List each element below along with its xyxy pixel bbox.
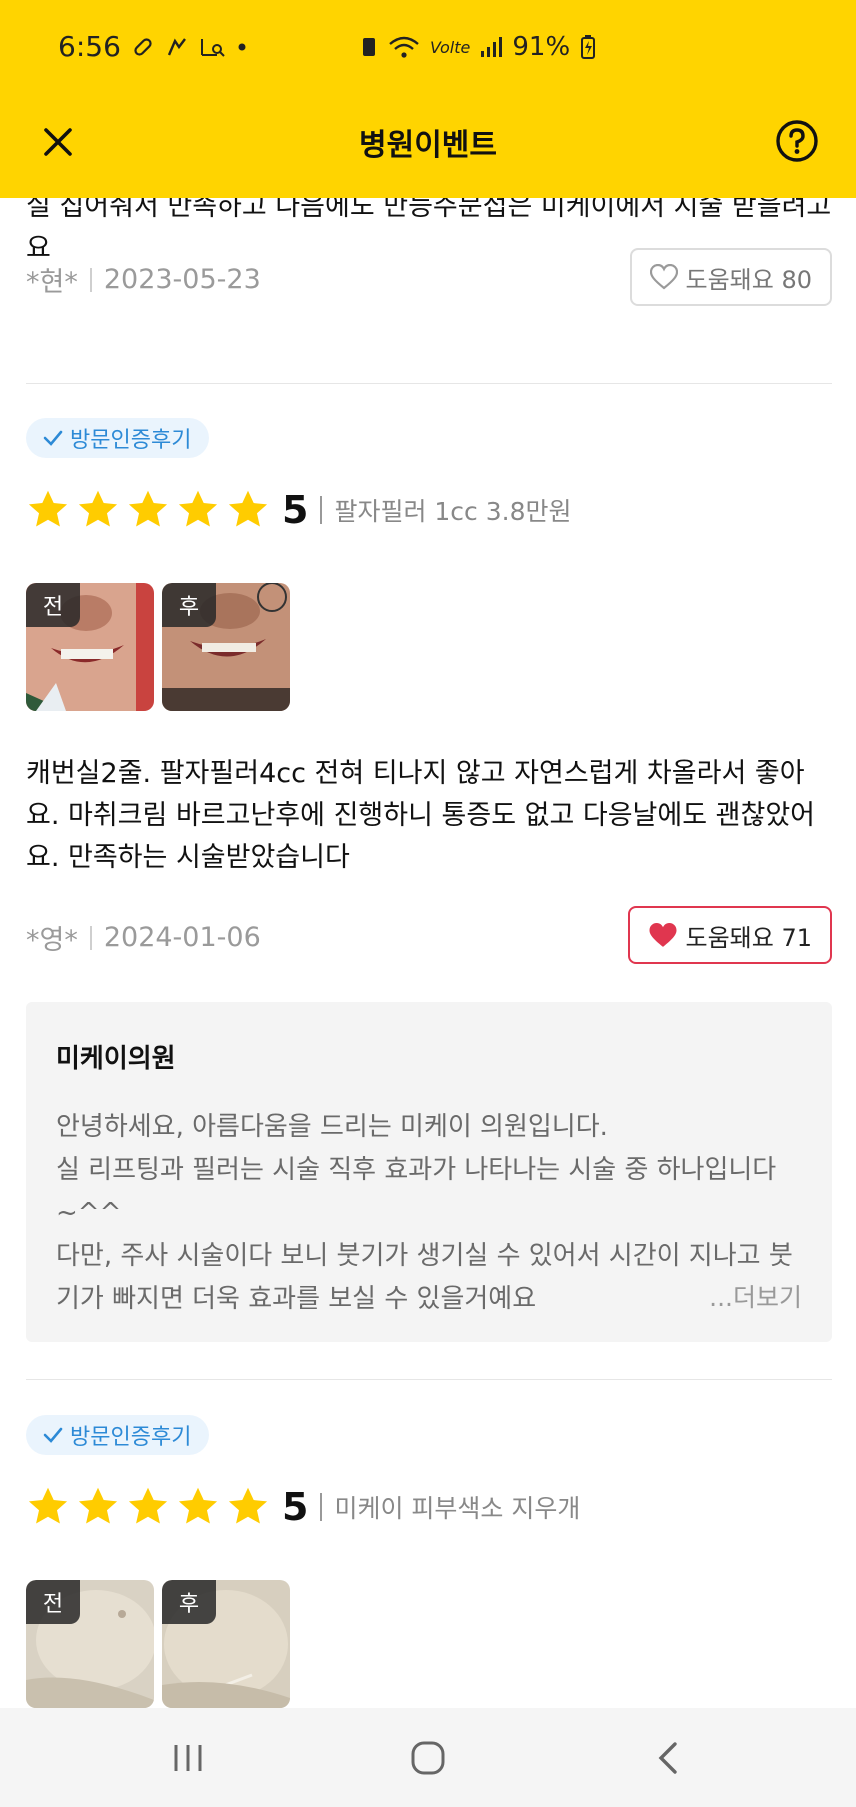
status-time: 6:56 [58,30,121,63]
star-icon [228,1487,268,1524]
help-button[interactable] [774,118,820,164]
after-photo[interactable]: 후 [162,583,290,711]
battery-percent: 91% [512,32,571,62]
meta-divider [89,267,92,292]
meta-divider [89,925,92,950]
app-notification-icon [165,35,189,59]
reply-line: 다만, 주사 시술이다 보니 붓기가 생기실 수 있어서 시간이 지나고 붓기가… [56,1241,793,1314]
page-title: 병원이벤트 [359,128,497,163]
back-icon [658,1742,677,1774]
network-type: Volte [430,37,471,57]
reply-line: 실 리프팅과 필러는 시술 직후 효과가 나타나는 시술 중 하나입니다~^^ [56,1155,777,1228]
system-nav-bar [0,1708,856,1807]
recents-icon [174,1745,202,1771]
pill-icon [131,35,155,59]
battery-charging-icon [580,34,596,60]
star-icon [78,490,118,527]
reply-text: 안녕하세요, 아름다움을 드리는 미케이 의원입니다. 실 리프팅과 필러는 시… [56,1106,796,1321]
badge-label: 방문인증후기 [70,428,192,453]
check-icon [43,430,63,446]
review-divider [26,1379,832,1380]
rating-row: 5 팔자필러 1cc 3.8만원 [26,488,572,532]
star-rating [26,488,270,532]
recents-button[interactable] [158,1736,218,1780]
after-tag: 후 [162,583,216,627]
status-left: 6:56 [58,30,247,63]
review-text: 캐번실2줄. 팔자필러4cc 전혀 티나지 않고 자연스럽게 차올라서 좋아요.… [26,758,816,873]
star-icon [178,1487,218,1524]
rating-divider [320,496,323,524]
home-button[interactable] [398,1736,458,1780]
status-bar: 6:56 Volte 91% [0,0,856,100]
star-icon [28,1487,68,1524]
review-date: 2024-01-06 [103,922,261,953]
review-author: *현* [26,267,78,298]
clinic-reply: 미케이의원 안녕하세요, 아름다움을 드리는 미케이 의원입니다. 실 리프팅과… [26,1002,832,1342]
star-icon [128,1487,168,1524]
wifi-icon [388,34,420,60]
rating-score: 5 [282,1485,309,1529]
help-icon [776,120,818,162]
after-photo[interactable]: 후 [162,1580,290,1708]
back-button[interactable] [638,1736,698,1780]
after-tag: 후 [162,1580,216,1624]
star-icon [78,1487,118,1524]
review-meta: *영* 2024-01-06 [26,918,261,957]
heart-filled-icon [649,922,676,947]
rating-divider [320,1493,323,1521]
signal-icon [480,35,503,59]
helpful-button[interactable]: 도움돼요 71 [627,906,832,964]
before-tag: 전 [26,583,80,627]
clinic-name: 미케이의원 [56,1044,176,1074]
review-list[interactable]: 실 집어줘서 만족하고 다음에도 만능주문접은 미케이에서 시술 받을려고요 *… [0,198,856,1708]
badge-label: 방문인증후기 [70,1425,192,1450]
verified-badge: 방문인증후기 [26,1415,210,1455]
chart-search-icon [199,35,227,59]
review-date: 2023-05-23 [103,264,261,295]
status-right: Volte 91% [360,32,596,62]
reply-line: 안녕하세요, 아름다움을 드리는 미케이 의원입니다. [56,1112,608,1142]
battery-saver-icon [360,35,378,59]
review-meta: *현* 2023-05-23 [26,260,261,299]
home-icon [411,1741,445,1775]
app-header: 병원이벤트 [0,100,856,198]
verified-badge: 방문인증후기 [26,418,210,458]
more-link[interactable]: ...더보기 [695,1278,802,1314]
helpful-button[interactable]: 도움돼요 80 [629,248,832,306]
rating-score: 5 [282,488,309,532]
star-icon [228,490,268,527]
review-divider [26,383,832,384]
star-icon [178,490,218,527]
rating-row: 5 미케이 피부색소 지우개 [26,1485,580,1529]
helpful-label: 도움돼요 71 [685,923,813,952]
helpful-label: 도움돼요 80 [685,265,813,294]
heart-outline-icon [649,264,678,290]
star-icon [128,490,168,527]
before-photo[interactable]: 전 [26,583,154,711]
check-icon [43,1427,63,1443]
before-tag: 전 [26,1580,80,1624]
star-icon [28,490,68,527]
treatment-name: 미케이 피부색소 지우개 [334,1494,581,1523]
treatment-name: 팔자필러 1cc 3.8만원 [334,497,572,526]
before-photo[interactable]: 전 [26,1580,154,1708]
dot-icon [237,42,247,52]
star-rating [26,1485,270,1529]
review-author: *영* [26,925,78,956]
